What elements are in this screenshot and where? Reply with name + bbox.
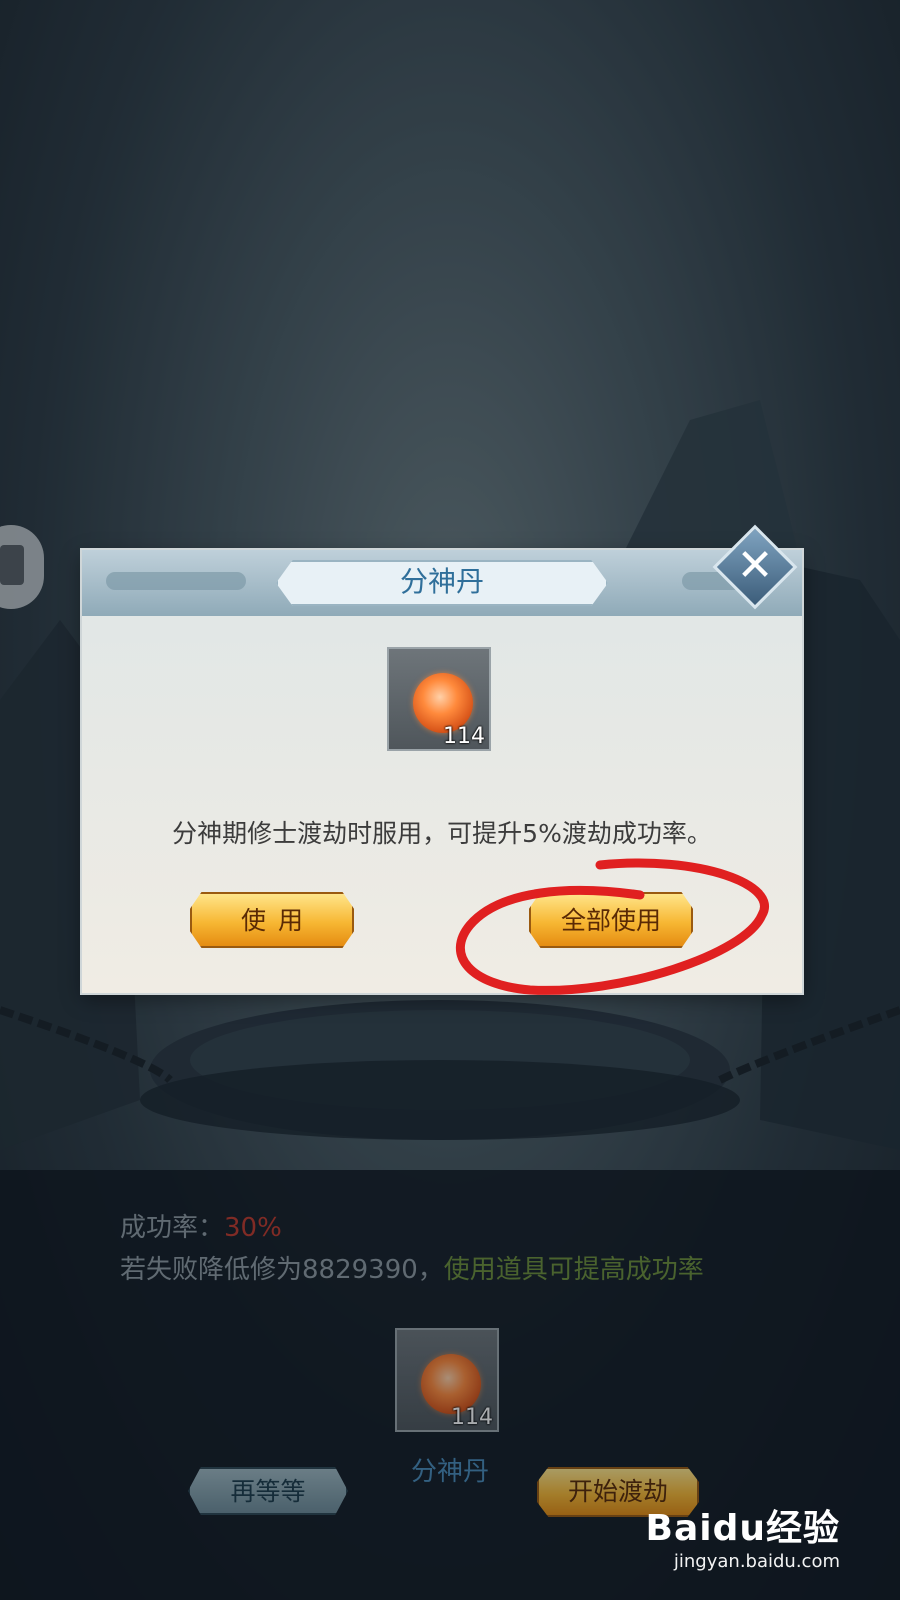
dialog-title: 分神丹 — [399, 565, 484, 598]
header-decoration — [106, 572, 246, 590]
use-button[interactable]: 使用 — [190, 892, 354, 948]
baidu-logo: Baidu经验 — [645, 1508, 840, 1549]
dialog-item-slot: 114 — [387, 647, 491, 751]
dialog-header: 分神丹 — [82, 550, 802, 616]
dialog-item-count: 114 — [443, 724, 485, 749]
close-icon[interactable]: ✕ — [725, 537, 785, 597]
watermark-url: jingyan.baidu.com — [673, 1551, 840, 1572]
annotation-circle — [455, 858, 769, 995]
watermark: Baidu经验 jingyan.baidu.com — [646, 1499, 840, 1572]
item-description: 分神期修士渡劫时服用，可提升5%渡劫成功率。 — [172, 819, 712, 848]
